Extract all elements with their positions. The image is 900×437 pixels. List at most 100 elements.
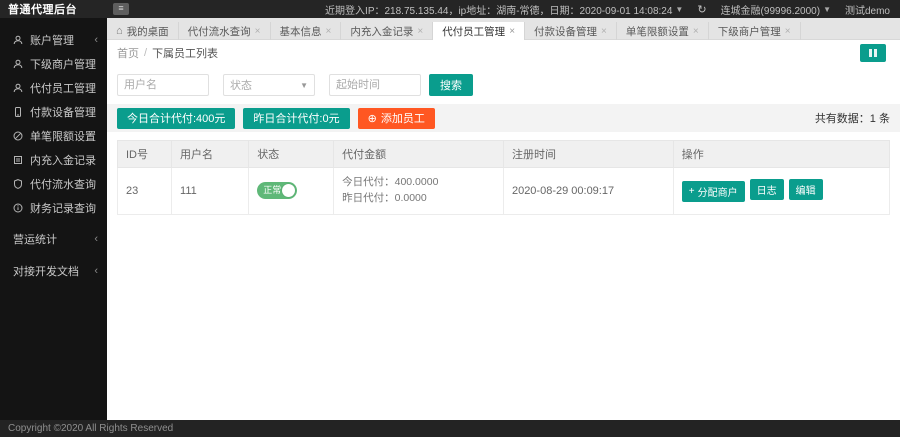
home-icon: ⌂ (116, 25, 123, 37)
sidebar-item-label: 下级商户管理 (30, 59, 96, 71)
table-row: 23 111 正常 今日代付：400.0000 昨日代付：0.0000 2020-08… (116, 167, 891, 215)
column-header: 用户名 (171, 140, 250, 168)
tab-bar: ⌂ 我的桌面 代付流水查询 × 基本信息 × 内充入金记录 × 代付员工管理 × 付款设备管理 × 单笔… (107, 18, 900, 40)
chevron-left-icon: ‹ (94, 233, 98, 245)
close-icon[interactable]: × (255, 26, 261, 37)
tab-recharge[interactable]: 内充入金记录 × (341, 22, 434, 40)
breadcrumb: 首页 / 下属员工列表 (107, 40, 900, 66)
cell-amount: 今日代付：400.0000 昨日代付：0.0000 (333, 167, 504, 215)
log-button[interactable]: 日志 (749, 179, 784, 201)
column-header: ID号 (116, 140, 173, 168)
summary-toolbar: 今日合计代付:400元 昨日合计代付:0元 ⊕ 添加员工 共有数据：1 条 (107, 104, 900, 132)
column-header: 代付金额 (333, 140, 504, 168)
chevron-left-icon: ‹ (94, 34, 98, 46)
sidebar-item-pay-flow-query[interactable]: 代付流水查询 (0, 172, 107, 196)
main-area: ⌂ 我的桌面 代付流水查询 × 基本信息 × 内充入金记录 × 代付员工管理 × 付款设备管理 × 单笔… (107, 18, 900, 420)
total-count-text: 共有数据：1 条 (814, 113, 890, 125)
tab-single-limit[interactable]: 单笔限额设置 × (617, 22, 709, 40)
close-icon[interactable]: × (326, 26, 332, 37)
search-button[interactable]: 搜索 (429, 74, 473, 96)
tab-pay-flow[interactable]: 代付流水查询 × (179, 22, 271, 40)
add-employee-label: 添加员工 (380, 113, 425, 125)
close-icon[interactable]: × (509, 26, 515, 37)
current-user[interactable]: 测试demo (845, 2, 890, 17)
employee-table: ID号 用户名 状态 代付金额 注册时间 操作 23 111 正常 今日代付：400.000… (116, 140, 891, 215)
breadcrumb-current: 下属员工列表 (152, 48, 219, 60)
tab-label: 代付流水查询 (187, 25, 251, 38)
sidebar-item-recharge-record[interactable]: 内充入金记录 (0, 148, 107, 172)
status-toggle[interactable]: 正常 (257, 182, 298, 200)
user-icon (13, 83, 23, 93)
edit-button[interactable]: 编辑 (788, 179, 823, 201)
chevron-left-icon: ‹ (94, 265, 98, 277)
user-icon (13, 35, 23, 45)
close-icon[interactable]: × (417, 26, 423, 37)
cell-reg-time: 2020-08-29 00:09:17 (502, 167, 674, 215)
app-title: 普通代理后台 (8, 4, 77, 16)
login-info-dropdown[interactable]: 近期登入IP：218.75.135.44，ip地址：湖南-常德，日期：2020-… (325, 2, 683, 17)
sidebar-item-label: 代付员工管理 (30, 83, 96, 95)
filter-bar: 状态 ▼ 搜索 (107, 66, 900, 96)
today-total-button[interactable]: 今日合计代付:400元 (117, 107, 236, 129)
sidebar-item-label: 付款设备管理 (30, 107, 96, 119)
sidebar-item-pay-devices[interactable]: 付款设备管理 (0, 100, 107, 124)
tab-label: 内充入金记录 (350, 25, 414, 38)
breadcrumb-home-link[interactable]: 首页 (117, 45, 139, 61)
login-info-text: 近期登入IP：218.75.135.44，ip地址：湖南-常德，日期：2020-… (325, 5, 673, 17)
sidebar: 账户管理 ‹ 下级商户管理 代付员工管理 付款设备管理单笔限额设置内充入金记录 代付流水查… (0, 18, 107, 420)
tab-pay-devices[interactable]: 付款设备管理 × (525, 22, 617, 40)
user-icon (13, 59, 23, 69)
tab-label: 我的桌面 (126, 25, 169, 38)
tab-sub-merchants[interactable]: 下级商户管理 × (709, 22, 801, 40)
sidebar-item-finance-record[interactable]: 财务记录查询 (0, 196, 107, 220)
tab-label: 代付员工管理 (442, 25, 506, 38)
username-input[interactable] (117, 74, 209, 96)
sidebar-item-single-limit[interactable]: 单笔限额设置 (0, 124, 107, 148)
status-select-value: 状态 (230, 80, 252, 92)
plus-icon: + (688, 186, 695, 198)
tab-pay-employees[interactable]: 代付员工管理 × (433, 22, 526, 40)
pause-bars-icon (874, 49, 877, 57)
hamburger-icon[interactable]: ≡ (113, 3, 129, 15)
tab-label: 下级商户管理 (717, 25, 781, 38)
caret-down-icon: ▼ (675, 4, 684, 14)
cell-actions: + 分配商户 日志 编辑 (672, 167, 891, 215)
close-icon[interactable]: × (693, 26, 699, 37)
close-icon[interactable]: × (785, 26, 791, 37)
refresh-icon[interactable]: ↻ (697, 3, 706, 16)
cell-username: 111 (171, 167, 250, 215)
ban-icon (13, 131, 23, 141)
close-icon[interactable]: × (601, 26, 607, 37)
caret-down-icon: ▼ (823, 4, 831, 14)
sidebar-item-account-mgmt[interactable]: 账户管理 ‹ (0, 28, 107, 52)
tab-basic-info[interactable]: 基本信息 × (271, 22, 342, 40)
yesterday-total-button[interactable]: 昨日合计代付:0元 (243, 107, 350, 129)
sidebar-menu: 账户管理 ‹ 下级商户管理 代付员工管理 付款设备管理单笔限额设置内充入金记录 代付流水查… (0, 28, 107, 284)
shield-icon (13, 179, 23, 189)
assign-merchant-button[interactable]: + 分配商户 (681, 181, 745, 203)
sidebar-item-label: 代付流水查询 (30, 179, 96, 191)
action-label: 分配商户 (697, 188, 738, 200)
sidebar-item-dev-docs[interactable]: 对接开发文档 ‹ (0, 258, 107, 284)
tab-label: 付款设备管理 (534, 25, 598, 38)
status-select[interactable]: 状态 ▼ (223, 74, 315, 96)
org-dropdown[interactable]: 连城金融(99996.2000) ▼ (721, 2, 831, 17)
tab-label: 基本信息 (279, 25, 322, 38)
tab-label: 单笔限额设置 (625, 25, 689, 38)
action-label: 日志 (756, 186, 777, 198)
device-icon (13, 107, 23, 117)
sidebar-item-label: 内充入金记录 (30, 155, 96, 167)
sidebar-item-sub-merchants[interactable]: 下级商户管理 (0, 52, 107, 76)
column-header: 状态 (248, 140, 335, 168)
start-time-input[interactable] (329, 74, 421, 96)
pause-bars-icon (869, 49, 872, 57)
add-employee-button[interactable]: ⊕ 添加员工 (357, 107, 435, 129)
sidebar-item-label: 账户管理 (30, 35, 74, 47)
sidebar-item-pay-employees[interactable]: 代付员工管理 (0, 76, 107, 100)
doc-icon (13, 155, 23, 165)
footer: Copyright ©2020 All Rights Reserved (0, 420, 900, 437)
top-bar: 普通代理后台 ≡ 近期登入IP：218.75.135.44，ip地址：湖南-常德… (0, 0, 900, 18)
sidebar-item-operation-stats[interactable]: 营运统计 ‹ (0, 226, 107, 252)
panel-toggle-button[interactable] (860, 44, 886, 62)
tab-desktop[interactable]: ⌂ 我的桌面 (107, 22, 179, 40)
